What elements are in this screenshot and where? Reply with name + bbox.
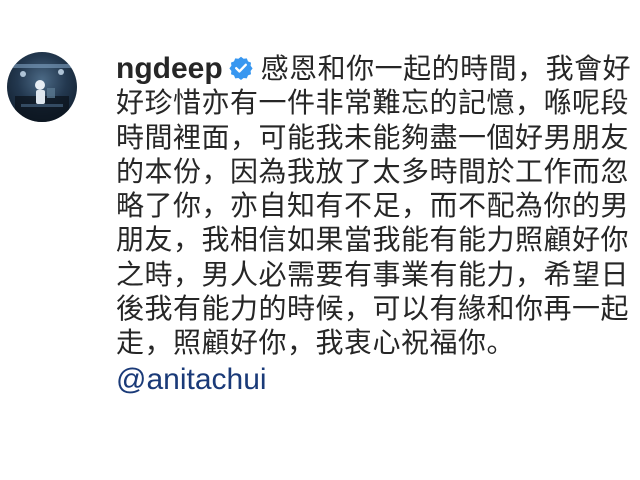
caption: ngdeep 感恩和你一起的時間，我會好好珍惜亦有一件非常難忘的記憶，喺呢段時間… xyxy=(116,52,632,397)
caption-text: 感恩和你一起的時間，我會好好珍惜亦有一件非常難忘的記憶，喺呢段時間裡面，可能我未… xyxy=(116,52,632,360)
username-link[interactable]: ngdeep xyxy=(116,52,223,85)
mention-link[interactable]: @anitachui xyxy=(116,363,632,397)
post-content: ngdeep 感恩和你一起的時間，我會好好珍惜亦有一件非常難忘的記憶，喺呢段時間… xyxy=(116,52,632,397)
instagram-post: ngdeep 感恩和你一起的時間，我會好好珍惜亦有一件非常難忘的記憶，喺呢段時間… xyxy=(0,0,640,480)
avatar[interactable] xyxy=(7,52,77,122)
verified-badge-icon xyxy=(229,56,253,80)
avatar-photo xyxy=(12,64,72,122)
